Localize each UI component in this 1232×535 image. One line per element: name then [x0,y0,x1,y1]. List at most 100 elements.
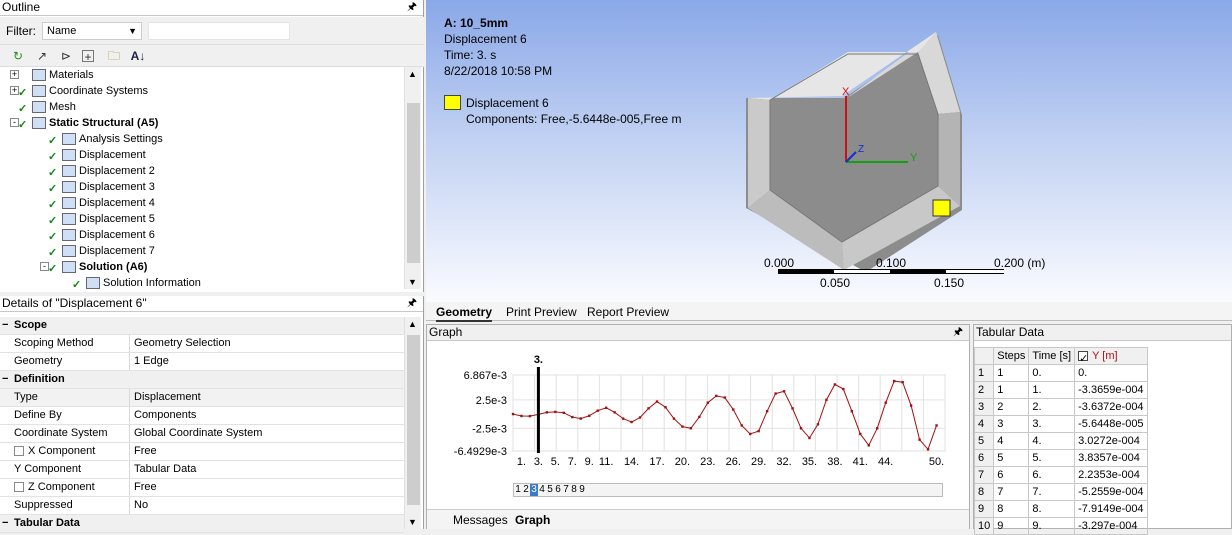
chevron-up-icon[interactable]: ▲ [408,319,417,329]
table-cell[interactable]: 1. [1028,381,1076,399]
tree-item[interactable]: ✓ Displacement 5 [48,211,155,227]
tree-item[interactable]: ✓ Displacement 3 [48,179,155,195]
tree-item[interactable]: ✓ Solution Information [72,275,201,289]
row-index[interactable]: 8 [973,483,995,501]
step-button[interactable]: 3 [530,484,538,496]
checkbox-checked-icon[interactable]: ✓ [1078,351,1088,365]
details-row-value[interactable]: No [134,497,148,514]
step-button[interactable]: 2 [522,484,530,496]
row-index[interactable]: 10 [973,517,995,535]
graph-chart[interactable]: 6.867e-3 2.5e-3 -2.5e-3 -6.4929e-3 1. 3. 5. 7. 9… [427,343,969,475]
column-header[interactable]: ✓ Y [m] [1074,347,1148,365]
details-row[interactable]: Y Component Tabular Data [0,461,404,479]
table-cell[interactable]: 6 [993,466,1030,484]
details-row-value[interactable]: Free [134,443,157,460]
chevron-down-icon[interactable]: ▼ [408,517,417,527]
expand-icon[interactable]: ↗ [34,48,50,64]
table-cell[interactable]: -3.297e-004 [1074,517,1148,535]
row-index[interactable]: 4 [973,415,995,433]
row-index[interactable]: 5 [973,432,995,450]
table-cell[interactable]: 8 [993,500,1030,518]
details-row-value[interactable]: 1 Edge [134,353,169,370]
details-row-value[interactable]: Displacement [134,389,201,406]
table-cell[interactable]: 9. [1028,517,1076,535]
filter-input[interactable] [148,22,290,40]
table-row[interactable]: 1 1 0. 0. [973,364,1148,382]
table-cell[interactable]: -5.2559e-004 [1074,483,1148,501]
row-index[interactable]: 6 [973,449,995,467]
details-row-value[interactable]: Components [134,407,196,424]
table-row[interactable]: 6 5 5. 3.8357e-004 [973,449,1148,467]
sort-alpha-icon[interactable]: A↓ [130,48,146,64]
table-row[interactable]: 7 6 6. 2.2353e-004 [973,466,1148,484]
tree-item[interactable]: + ✓ Coordinate Systems [10,83,148,99]
column-header[interactable]: Time [s] [1028,347,1076,365]
table-cell[interactable]: 7. [1028,483,1076,501]
table-cell[interactable]: 3. [1028,415,1076,433]
table-row[interactable]: 2 1 1. -3.3659e-004 [973,381,1148,399]
table-cell[interactable]: 3 [993,415,1030,433]
details-row[interactable]: Suppressed No [0,497,404,515]
details-row-value[interactable]: Tabular Data [134,461,196,478]
tree-item[interactable]: - ✓ Solution (A6) [40,259,147,275]
table-cell[interactable]: 4 [993,432,1030,450]
tree-item[interactable]: ✓ Displacement [48,147,146,163]
row-index[interactable]: 9 [973,500,995,518]
details-row[interactable]: Type Displacement [0,389,404,407]
table-cell[interactable]: -3.6372e-004 [1074,398,1148,416]
table-cell[interactable]: 2 [993,398,1030,416]
tree-item[interactable]: + Materials [10,67,94,83]
table-cell[interactable]: -7.9149e-004 [1074,500,1148,518]
row-index[interactable]: 7 [973,466,995,484]
step-button[interactable]: 9 [578,484,586,496]
details-row[interactable]: Coordinate System Global Coordinate Syste… [0,425,404,443]
table-row[interactable]: 3 2 2. -3.6372e-004 [973,398,1148,416]
table-cell[interactable]: 5 [993,449,1030,467]
step-button[interactable]: 1 [514,484,522,496]
details-row[interactable]: Geometry 1 Edge [0,353,404,371]
collapse-icon[interactable]: − [2,515,8,532]
geometry-viewport[interactable]: A: 10_5mm Displacement 6 Time: 3. s 8/22… [426,0,1232,302]
checkbox[interactable] [14,482,24,493]
tab-messages[interactable]: Messages [453,512,508,528]
details-row[interactable]: X Component Free [0,443,404,461]
tab-graph[interactable]: Graph [515,512,550,528]
step-button[interactable]: 8 [570,484,578,496]
tab-report-preview[interactable]: Report Preview [587,304,669,320]
details-row[interactable]: Scoping Method Geometry Selection [0,335,404,353]
row-index[interactable]: 1 [973,364,995,382]
details-category[interactable]: − Tabular Data [0,515,404,533]
expand-all-icon[interactable]: + [82,50,94,64]
tree-item[interactable]: ✓ Displacement 2 [48,163,155,179]
checkbox[interactable] [14,446,24,457]
table-cell[interactable]: 2. [1028,398,1076,416]
outline-scrollbar[interactable]: ▲ ▼ [404,67,421,289]
tree-item[interactable]: ✓ Displacement 4 [48,195,155,211]
tree-item[interactable]: ✓ Mesh [18,99,76,115]
tree-item[interactable]: ✓ Displacement 7 [48,243,155,259]
collapse-icon[interactable]: − [2,317,8,334]
chevron-down-icon[interactable]: ▼ [408,277,417,287]
tree-item[interactable]: ✓ Displacement 6 [48,227,155,243]
tree-item[interactable]: - ✓ Static Structural (A5) [10,115,158,131]
table-cell[interactable]: 3.8357e-004 [1074,449,1148,467]
pin-icon[interactable]: 🖈 [407,0,417,15]
row-index[interactable]: 2 [973,381,995,399]
collapse-icon[interactable]: − [2,371,8,388]
table-cell[interactable]: 8. [1028,500,1076,518]
details-row[interactable]: Z Component Free [0,479,404,497]
step-button[interactable]: 5 [546,484,554,496]
tree-icon[interactable]: ⊳ [58,48,74,64]
table-cell[interactable]: 5. [1028,449,1076,467]
tree-item[interactable]: ✓ Analysis Settings [48,131,163,147]
table-cell[interactable]: -5.6448e-005 [1074,415,1148,433]
step-button[interactable]: 4 [538,484,546,496]
pin-icon[interactable]: 🖈 [953,325,963,340]
details-row-value[interactable]: Free [134,479,157,496]
scrollbar-thumb[interactable] [407,103,420,263]
filter-select[interactable]: Name ▼ [42,22,142,40]
pin-icon[interactable]: 🖈 [407,296,417,311]
table-row[interactable]: 5 4 4. 3.0272e-004 [973,432,1148,450]
expand-icon[interactable]: + [10,70,19,79]
step-button[interactable]: 7 [562,484,570,496]
